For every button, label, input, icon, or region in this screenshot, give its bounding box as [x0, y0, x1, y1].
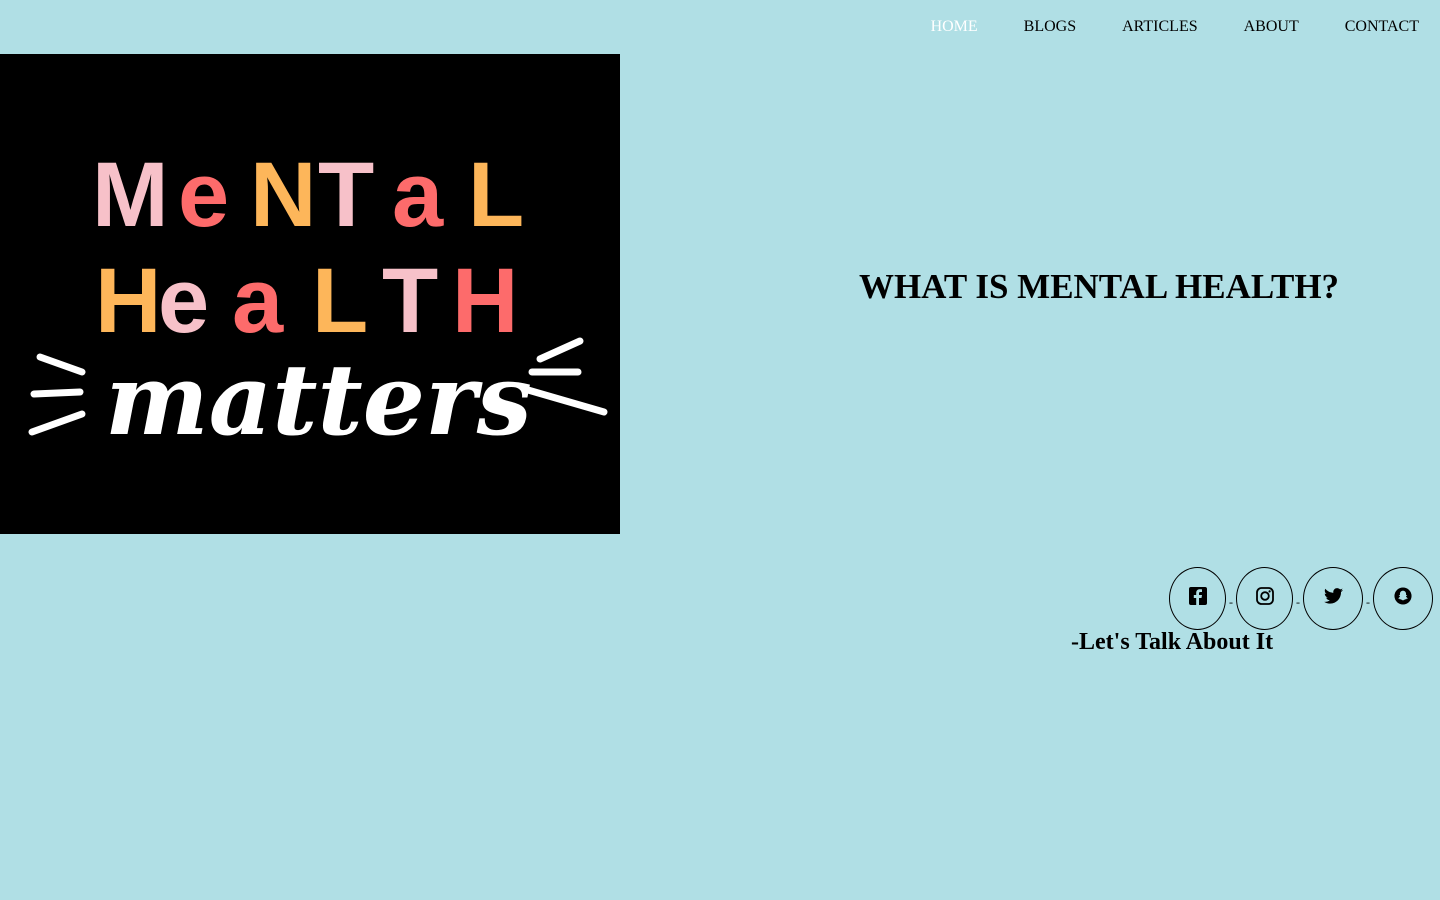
svg-text:H: H — [95, 250, 161, 352]
facebook-button[interactable] — [1169, 567, 1226, 630]
nav-blogs-link[interactable]: BLOGS — [1024, 19, 1076, 35]
svg-text:a: a — [392, 144, 444, 246]
page-headline: WHAT IS MENTAL HEALTH? — [858, 267, 1340, 306]
twitter-button[interactable] — [1303, 567, 1363, 630]
nav-home-link[interactable]: HOME — [931, 19, 978, 35]
social-separator: - — [1366, 595, 1370, 609]
svg-text:T: T — [318, 144, 374, 246]
svg-text:H: H — [452, 250, 518, 352]
svg-text:matters: matters — [105, 343, 532, 458]
social-separator: - — [1229, 595, 1233, 609]
svg-text:T: T — [382, 250, 438, 352]
page: HOME BLOGS ARTICLES ABOUT CONTACT M e N … — [0, 0, 1440, 900]
svg-text:M: M — [92, 144, 169, 246]
snapchat-button[interactable] — [1373, 567, 1433, 630]
nav-articles-link[interactable]: ARTICLES — [1122, 19, 1197, 35]
top-nav: HOME BLOGS ARTICLES ABOUT CONTACT — [885, 0, 1440, 54]
social-links: - - - — [1169, 567, 1433, 630]
facebook-icon — [1188, 587, 1207, 610]
nav-about-link[interactable]: ABOUT — [1244, 19, 1299, 35]
svg-text:e: e — [178, 144, 229, 246]
twitter-icon — [1323, 588, 1343, 609]
svg-text:a: a — [232, 250, 284, 352]
svg-text:L: L — [312, 250, 368, 352]
mental-health-matters-image: M e N T a L H e a L T H matters — [0, 54, 620, 534]
instagram-button[interactable] — [1236, 567, 1293, 630]
svg-text:e: e — [158, 250, 209, 352]
social-separator: - — [1296, 595, 1300, 609]
svg-text:N: N — [250, 144, 316, 246]
svg-text:L: L — [468, 144, 524, 246]
nav-contact-link[interactable]: CONTACT — [1345, 19, 1419, 35]
tagline: -Let's Talk About It — [1071, 629, 1274, 655]
snapchat-icon — [1394, 587, 1412, 610]
instagram-icon — [1255, 587, 1274, 610]
